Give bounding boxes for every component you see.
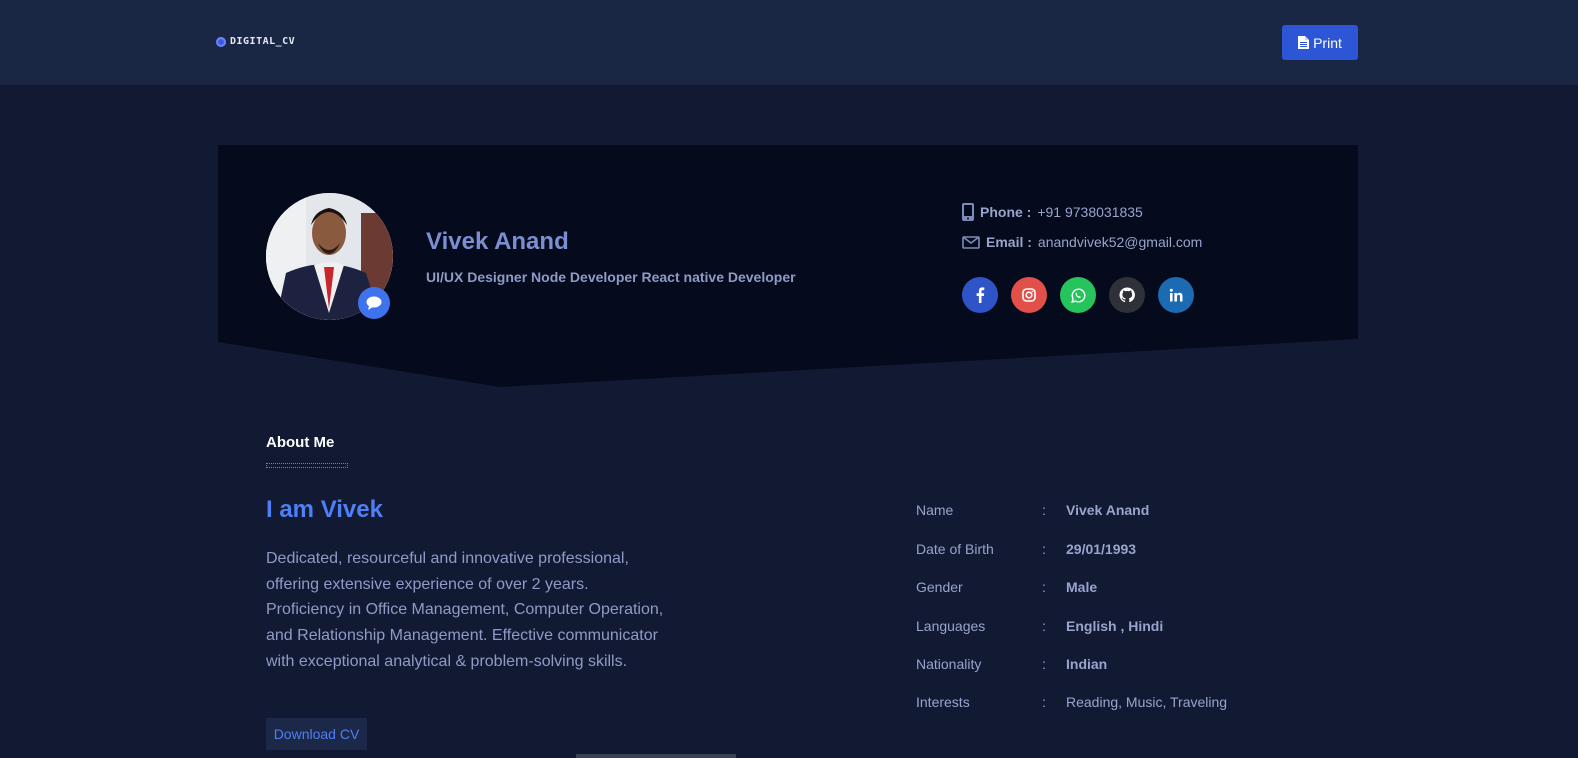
info-value: 29/01/1993 <box>1066 541 1137 557</box>
chat-button[interactable] <box>358 287 390 319</box>
info-value: Male <box>1066 579 1098 595</box>
facebook-icon <box>976 287 985 303</box>
profile-title: UI/UX Designer Node Developer React nati… <box>426 269 796 285</box>
facebook-link[interactable] <box>962 277 998 313</box>
email-contact: Email : anandvivek52@gmail.com <box>962 234 1202 250</box>
instagram-icon <box>1022 288 1036 302</box>
info-label: Name <box>916 502 954 518</box>
whatsapp-link[interactable] <box>1060 277 1096 313</box>
info-value: English , Hindi <box>1066 618 1164 634</box>
info-label: Nationality <box>916 656 982 672</box>
mobile-phone-icon <box>962 203 974 221</box>
email-address[interactable]: anandvivek52@gmail.com <box>1038 234 1202 250</box>
heading-underline <box>266 463 348 468</box>
about-description: Dedicated, resourceful and innovative pr… <box>266 550 664 670</box>
print-label: Print <box>1313 34 1342 51</box>
instagram-link[interactable] <box>1011 277 1047 313</box>
info-separator: : <box>1042 694 1046 710</box>
info-value: Reading, Music, Traveling <box>1066 694 1228 710</box>
info-label: Date of Birth <box>916 541 994 557</box>
info-label: Interests <box>916 694 970 710</box>
brand-name: DIGITAL_CV <box>230 36 296 47</box>
linkedin-link[interactable] <box>1158 277 1194 313</box>
profile-name: Vivek Anand <box>426 228 569 255</box>
linkedin-icon <box>1169 288 1183 302</box>
info-separator: : <box>1042 541 1046 557</box>
phone-contact: Phone : +91 9738031835 <box>962 203 1143 221</box>
info-separator: : <box>1042 502 1046 518</box>
download-cv-button[interactable]: Download CV <box>266 718 367 750</box>
info-separator: : <box>1042 579 1046 595</box>
phone-number[interactable]: +91 9738031835 <box>1037 204 1143 220</box>
brand-logo[interactable]: DIGITAL_CV <box>216 36 295 47</box>
envelope-icon <box>962 235 980 249</box>
phone-label: Phone : <box>980 204 1032 220</box>
top-navbar: DIGITAL_CV Print <box>0 0 1578 85</box>
email-label: Email : <box>986 234 1032 250</box>
info-label: Gender <box>916 579 963 595</box>
github-icon <box>1119 287 1135 303</box>
info-separator: : <box>1042 656 1046 672</box>
profile-header: Vivek Anand UI/UX Designer Node Develope… <box>218 145 1358 389</box>
info-separator: : <box>1042 618 1046 634</box>
intro-heading: I am Vivek <box>266 496 383 523</box>
info-value: Vivek Anand <box>1066 502 1150 518</box>
horizontal-scrollbar[interactable] <box>576 754 736 758</box>
brand-dot-icon <box>216 36 226 47</box>
about-heading: About Me <box>266 434 335 451</box>
social-links <box>962 277 1194 313</box>
info-value: Indian <box>1066 656 1108 672</box>
chat-bubble-icon <box>366 296 382 310</box>
document-icon <box>1298 36 1310 49</box>
github-link[interactable] <box>1109 277 1145 313</box>
print-button[interactable]: Print <box>1282 25 1358 60</box>
whatsapp-icon <box>1070 287 1085 303</box>
info-label: Languages <box>916 618 986 634</box>
